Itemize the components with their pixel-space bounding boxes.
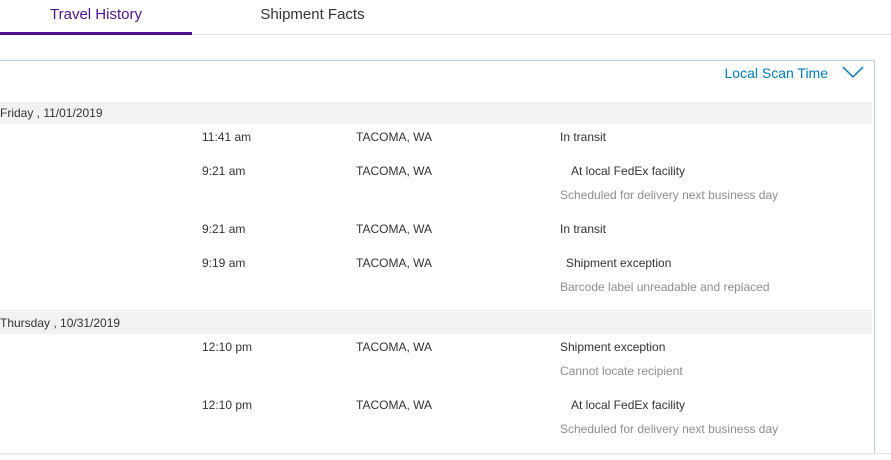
event-location: TACOMA, WA (356, 256, 432, 270)
event-detail: Scheduled for delivery next business day (560, 188, 779, 202)
local-scan-time-dropdown[interactable]: Local Scan Time (725, 63, 865, 83)
local-scan-time-label: Local Scan Time (724, 65, 829, 81)
tab-bar: Travel History Shipment Facts (0, 0, 891, 35)
event-location: TACOMA, WA (356, 340, 432, 354)
event-detail: Scheduled for delivery next business day (560, 422, 779, 436)
event-location: TACOMA, WA (356, 130, 432, 144)
event-time: 12:10 pm (202, 398, 253, 412)
date-header: Friday , 11/01/2019 (0, 102, 872, 124)
tab-shipment-facts[interactable]: Shipment Facts (215, 0, 410, 34)
event-status: Shipment exception (560, 340, 666, 354)
active-tab-indicator (0, 32, 192, 35)
chevron-down-icon (842, 65, 864, 84)
event-status: At local FedEx facility (571, 398, 686, 412)
tab-travel-history[interactable]: Travel History (0, 0, 192, 35)
event-location: TACOMA, WA (356, 398, 432, 412)
event-detail: Barcode label unreadable and replaced (560, 280, 770, 294)
event-status: In transit (560, 130, 607, 144)
event-time: 9:21 am (202, 164, 246, 178)
date-header: Thursday , 10/31/2019 (0, 312, 872, 334)
tab-shipment-facts-label: Shipment Facts (260, 6, 365, 23)
event-location: TACOMA, WA (356, 164, 432, 178)
group-divider (0, 310, 872, 311)
scan-event-row: 12:10 pm TACOMA, WA At local FedEx facil… (0, 398, 872, 446)
event-status: Shipment exception (566, 256, 672, 270)
event-status: In transit (560, 222, 607, 236)
scan-event-row: 9:21 am TACOMA, WA In transit (0, 222, 872, 246)
bottom-divider (0, 453, 891, 454)
event-status: At local FedEx facility (571, 164, 686, 178)
event-detail: Cannot locate recipient (560, 364, 683, 378)
travel-history-panel: Local Scan Time Friday , 11/01/2019 11:4… (0, 60, 875, 454)
event-time: 9:19 am (202, 256, 246, 270)
scan-event-row: 12:10 pm TACOMA, WA Shipment exception C… (0, 340, 872, 388)
scan-event-row: 9:19 am TACOMA, WA Shipment exception Ba… (0, 256, 872, 304)
event-time: 9:21 am (202, 222, 246, 236)
tab-travel-history-label: Travel History (50, 6, 142, 23)
event-time: 12:10 pm (202, 340, 253, 354)
event-time: 11:41 am (202, 130, 252, 144)
scan-event-row: 11:41 am TACOMA, WA In transit (0, 130, 872, 154)
scan-event-row: 9:21 am TACOMA, WA At local FedEx facili… (0, 164, 872, 212)
event-location: TACOMA, WA (356, 222, 432, 236)
